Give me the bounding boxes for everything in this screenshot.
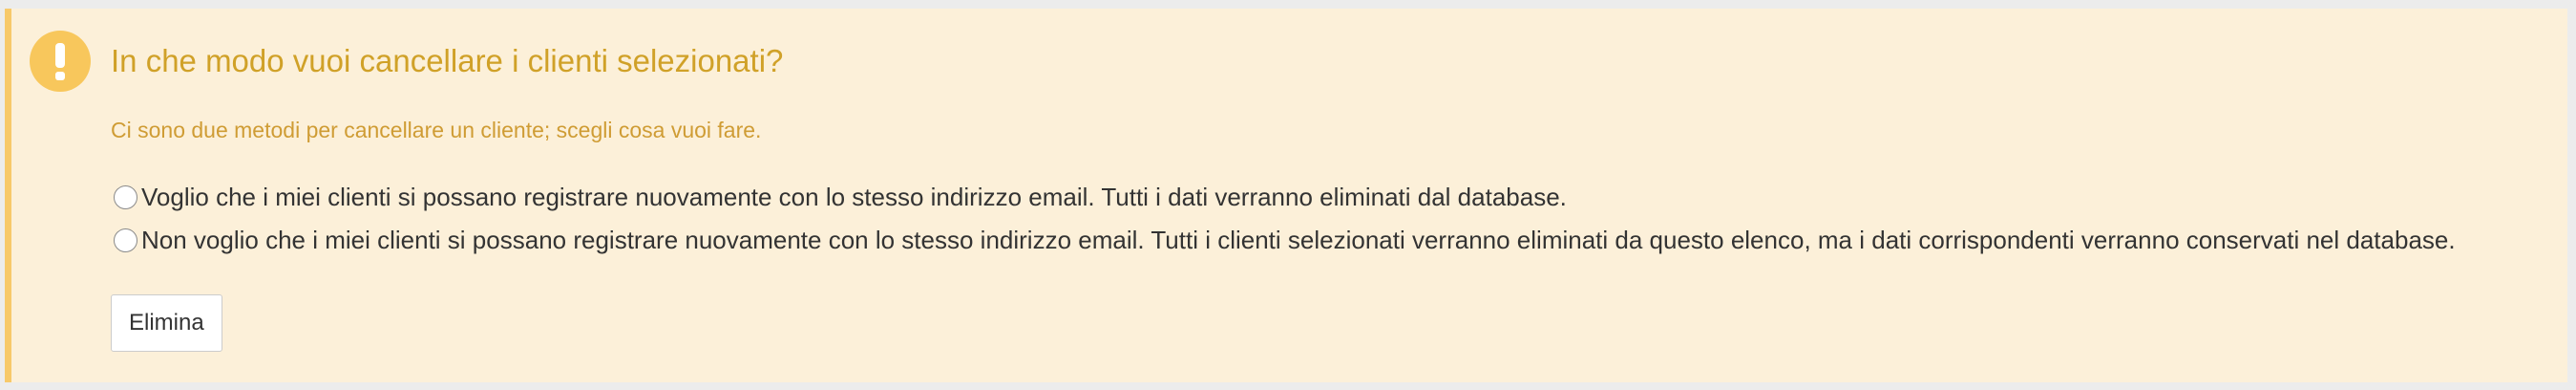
delete-option-keep-data-label: Non voglio che i miei clienti si possano… bbox=[141, 226, 2456, 254]
delete-option-permanent-label: Voglio che i miei clienti si possano reg… bbox=[141, 183, 1567, 211]
warning-alert: In che modo vuoi cancellare i clienti se… bbox=[5, 9, 2567, 382]
exclamation-glyph bbox=[55, 43, 65, 80]
exclamation-icon bbox=[30, 31, 91, 92]
radio-button-keep-data[interactable] bbox=[114, 228, 137, 252]
alert-description: Ci sono due metodi per cancellare un cli… bbox=[111, 118, 762, 142]
delete-button[interactable]: Elimina bbox=[111, 294, 222, 352]
delete-option-permanent[interactable]: Voglio che i miei clienti si possano reg… bbox=[111, 181, 1567, 214]
delete-option-keep-data[interactable]: Non voglio che i miei clienti si possano… bbox=[111, 224, 2536, 257]
alert-title: In che modo vuoi cancellare i clienti se… bbox=[111, 43, 784, 78]
radio-button-permanent[interactable] bbox=[114, 185, 137, 209]
